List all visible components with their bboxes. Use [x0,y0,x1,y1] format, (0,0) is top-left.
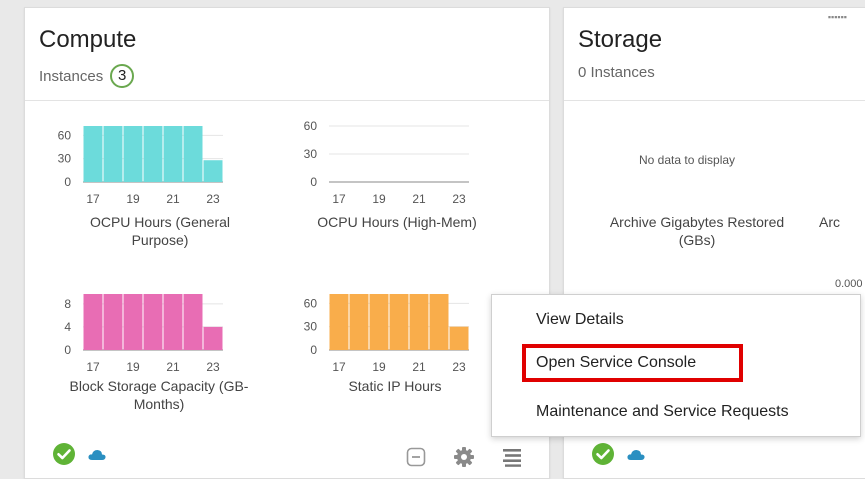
check-circle-icon [591,442,615,471]
bar [349,294,369,350]
chart-title-ocpu-general: OCPU Hours (General Purpose) [89,214,231,248]
bar [103,294,123,350]
y-tick-label: 60 [58,128,72,142]
bar [409,294,429,350]
hamburger-menu-icon[interactable] [502,447,522,472]
x-tick-label: 19 [126,360,140,374]
x-tick-label: 23 [206,360,220,374]
chart-title-static-ip: Static IP Hours [348,378,442,394]
bar [203,326,223,350]
bar [123,126,143,182]
partial-axis-tick: 0.000 [835,278,863,290]
storage-title[interactable]: Storage [578,26,662,54]
chart-title-archive-partial: Arc [819,214,840,230]
chart-block-storage[interactable]: 0 4 8 17 19 21 23 [43,284,243,374]
bar [429,294,449,350]
x-tick-label: 17 [332,192,346,206]
bar [83,126,103,182]
y-tick-label: 30 [304,320,318,334]
bar [143,294,163,350]
cloud-icon [627,448,645,466]
y-tick-label: 60 [304,296,318,310]
x-tick-label: 19 [372,360,386,374]
x-tick-label: 21 [166,360,180,374]
chart-ocpu-highmem[interactable]: 0 30 60 17 19 21 23 [289,116,489,206]
y-tick-label: 30 [304,147,318,161]
bar [203,160,223,182]
menu-item-view-details[interactable]: View Details [536,311,624,329]
y-tick-label: 4 [64,320,71,334]
y-tick-label: 0 [64,343,71,357]
y-tick-label: 8 [64,297,71,311]
bar [329,294,349,350]
context-menu: View Details Open Service Console Mainte… [491,294,861,437]
x-tick-label: 21 [166,192,180,206]
bar [123,294,143,350]
y-tick-label: 60 [304,119,318,133]
x-tick-label: 21 [412,360,426,374]
chart-title-block-storage: Block Storage Capacity (GB-Months) [69,378,249,412]
compute-instances: Instances 3 [39,64,135,88]
instance-count-badge[interactable]: 3 [110,64,135,88]
bar [163,126,183,182]
x-tick-label: 19 [372,192,386,206]
bar [183,294,203,350]
bar [143,126,163,182]
compute-card: Compute Instances 3 0 30 60 17 19 21 23 OCPU H… [24,7,550,479]
compute-title[interactable]: Compute [39,26,136,54]
check-circle-icon [52,442,76,471]
chart-title-ocpu-highmem: OCPU Hours (High-Mem) [317,214,477,230]
x-tick-label: 21 [412,192,426,206]
bar [163,294,183,350]
storage-card-header: Storage 0 Instances [564,8,865,101]
menu-item-maintenance-requests[interactable]: Maintenance and Service Requests [536,403,789,421]
bar [369,294,389,350]
bar [103,126,123,182]
chart-title-archive-restored: Archive Gigabytes Restored (GBs) [609,214,785,248]
menu-item-open-service-console[interactable]: Open Service Console [522,344,743,382]
y-tick-label: 0 [64,175,71,189]
compute-instances-label: Instances [39,67,104,85]
no-data-message: No data to display [639,153,736,167]
x-tick-label: 17 [86,192,100,206]
y-tick-label: 0 [310,343,317,357]
x-tick-label: 23 [452,360,466,374]
bar [389,294,409,350]
cloud-icon [88,448,106,466]
x-tick-label: 17 [332,360,346,374]
x-tick-label: 23 [452,192,466,206]
bar [183,126,203,182]
chart-static-ip[interactable]: 0 30 60 17 19 21 23 [289,284,489,374]
x-tick-label: 19 [126,192,140,206]
x-tick-label: 23 [206,192,220,206]
chart-ocpu-general[interactable]: 0 30 60 17 19 21 23 [43,116,243,206]
minus-square-icon[interactable] [406,447,426,472]
compute-card-header: Compute Instances 3 [25,8,549,101]
y-tick-label: 30 [58,152,72,166]
bar [449,326,469,350]
y-tick-label: 0 [310,175,317,189]
storage-instances: 0 Instances [578,64,655,81]
bar [83,294,103,350]
x-tick-label: 17 [86,360,100,374]
